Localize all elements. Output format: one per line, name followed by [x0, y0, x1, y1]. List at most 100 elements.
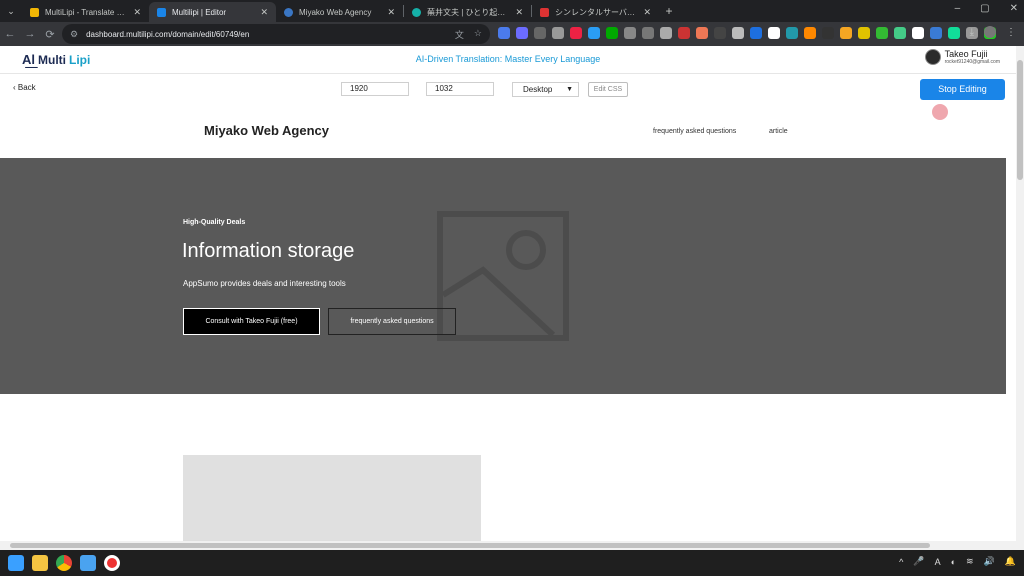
extension-icon[interactable]	[696, 27, 708, 39]
url-text[interactable]: dashboard.multilipi.com/domain/edit/6074…	[86, 30, 455, 39]
extension-icon[interactable]	[678, 27, 690, 39]
menu-kebab-icon[interactable]: ⋮	[1006, 27, 1016, 38]
extension-icon[interactable]	[534, 27, 546, 39]
close-window-icon[interactable]: ✕	[1010, 3, 1018, 14]
editor-toolbar: ‹ Back 1920 1032 Desktop ▼ Edit CSS Stop…	[0, 74, 1016, 104]
site-brand[interactable]: Miyako Web Agency	[204, 123, 329, 138]
nav-link-faq[interactable]: frequently asked questions	[653, 128, 736, 135]
browser-tab[interactable]: 蕪井文夫 | ひとり起業家専門のW ✕	[404, 2, 531, 22]
browser-toolbar: ← → ⟳ ⚙ dashboard.multilipi.com/domain/e…	[0, 22, 1024, 46]
download-icon[interactable]: ⤓	[970, 27, 974, 38]
brightness-icon[interactable]: ◐	[951, 557, 956, 567]
browser-tab-active[interactable]: Multilipi | Editor ✕	[149, 2, 276, 22]
notification-bell-icon[interactable]: 🔔	[1005, 556, 1016, 567]
browser-tab[interactable]: MultiLipi - Translate websites h ✕	[22, 2, 149, 22]
browser-tab[interactable]: Miyako Web Agency ✕	[276, 2, 403, 22]
profile-avatar[interactable]	[984, 26, 996, 38]
notepad-icon[interactable]	[80, 555, 96, 571]
favicon-icon	[157, 7, 166, 17]
site-navbar: Miyako Web Agency frequently asked quest…	[0, 104, 1016, 158]
close-tab-icon[interactable]: ✕	[133, 7, 141, 18]
consult-button[interactable]: Consult with Takeo Fujii (free)	[183, 308, 320, 335]
back-link[interactable]: ‹ Back	[13, 83, 36, 92]
hero-section: High-Quality Deals Information storage A…	[0, 158, 1006, 394]
close-tab-icon[interactable]: ✕	[387, 7, 395, 18]
extension-icon[interactable]	[912, 27, 924, 39]
placeholder-mountain-shape	[443, 266, 556, 335]
extension-icon[interactable]	[894, 27, 906, 39]
wifi-icon[interactable]: ≋	[966, 556, 974, 567]
extensions-row	[498, 27, 996, 39]
ime-icon[interactable]: A	[935, 557, 941, 567]
extension-icon[interactable]	[876, 27, 888, 39]
minimize-icon[interactable]: –	[955, 3, 961, 14]
extension-icon[interactable]	[516, 27, 528, 39]
maximize-icon[interactable]: ▢	[980, 3, 989, 14]
hero-subtitle: AppSumo provides deals and interesting t…	[183, 279, 346, 288]
extension-icon[interactable]	[498, 27, 510, 39]
hero-kicker: High-Quality Deals	[183, 219, 246, 226]
extension-icon[interactable]	[624, 27, 636, 39]
content-image-placeholder	[183, 455, 481, 541]
extension-icon[interactable]	[786, 27, 798, 39]
forward-arrow-icon[interactable]: →	[20, 28, 40, 40]
device-select[interactable]: Desktop ▼	[512, 82, 579, 97]
image-placeholder-icon	[437, 211, 569, 341]
tray-overflow-icon[interactable]: ^	[899, 557, 903, 567]
extension-icon[interactable]	[768, 27, 780, 39]
user-name: Takeo Fujii	[944, 49, 988, 59]
user-menu[interactable]: Takeo Fujii rocket91240@gmail.com	[924, 49, 1000, 65]
tab-title: シンレンタルサーバー サーバーパネル	[555, 7, 639, 17]
back-arrow-icon[interactable]: ←	[0, 28, 20, 40]
height-input[interactable]: 1032	[426, 82, 494, 96]
extension-icon[interactable]	[552, 27, 564, 39]
window-controls: – ▢ ✕	[955, 3, 1018, 14]
favicon-icon	[30, 7, 39, 17]
reload-icon[interactable]: ⟳	[40, 28, 60, 41]
favicon-icon	[412, 7, 421, 17]
volume-icon[interactable]: 🔊	[984, 556, 995, 567]
extension-icon[interactable]	[588, 27, 600, 39]
tab-title: Miyako Web Agency	[299, 7, 372, 17]
extension-icon[interactable]	[804, 27, 816, 39]
close-tab-icon[interactable]: ✕	[643, 7, 651, 18]
file-explorer-icon[interactable]	[32, 555, 48, 571]
bookmark-star-icon[interactable]: ☆	[474, 28, 482, 41]
width-input[interactable]: 1920	[341, 82, 409, 96]
scrollbar-thumb[interactable]	[10, 543, 930, 548]
horizontal-scrollbar[interactable]	[0, 541, 1024, 550]
extension-icon[interactable]	[606, 27, 618, 39]
address-bar[interactable]: ⚙ dashboard.multilipi.com/domain/edit/60…	[62, 24, 490, 44]
close-tab-icon[interactable]: ✕	[515, 7, 523, 18]
new-tab-button[interactable]: +	[659, 4, 679, 18]
translate-icon[interactable]: 文	[455, 28, 464, 41]
extension-icon[interactable]	[570, 27, 582, 39]
vertical-scrollbar[interactable]	[1016, 46, 1024, 541]
close-tab-icon[interactable]: ✕	[260, 7, 268, 18]
extension-icon[interactable]	[732, 27, 744, 39]
extension-icon[interactable]	[714, 27, 726, 39]
edit-css-button[interactable]: Edit CSS	[588, 82, 628, 97]
extension-icon[interactable]	[750, 27, 762, 39]
extension-icon[interactable]	[948, 27, 960, 39]
faq-button[interactable]: frequently asked questions	[328, 308, 456, 335]
multilipi-header: A͟l Multi Lipi AI-Driven Translation: Mas…	[0, 46, 1016, 74]
microphone-icon[interactable]: 🎤	[913, 556, 924, 567]
favicon-icon	[540, 7, 549, 17]
extension-icon[interactable]	[642, 27, 654, 39]
chrome-icon[interactable]	[56, 555, 72, 571]
site-info-icon[interactable]: ⚙	[70, 29, 78, 40]
extension-icon[interactable]	[822, 27, 834, 39]
tab-search-icon[interactable]: ⌄	[0, 0, 22, 22]
nav-link-article[interactable]: article	[769, 128, 788, 135]
browser-tab[interactable]: シンレンタルサーバー サーバーパネル ✕	[532, 2, 659, 22]
windows-start-icon[interactable]	[8, 555, 24, 571]
extension-icon[interactable]	[840, 27, 852, 39]
scrollbar-thumb[interactable]	[1017, 60, 1023, 180]
extension-icon[interactable]	[660, 27, 672, 39]
extension-icon[interactable]	[930, 27, 942, 39]
extension-icon[interactable]	[858, 27, 870, 39]
cursor-highlight	[932, 104, 948, 120]
recorder-icon[interactable]	[104, 555, 120, 571]
stop-editing-button[interactable]: Stop Editing	[920, 79, 1005, 100]
